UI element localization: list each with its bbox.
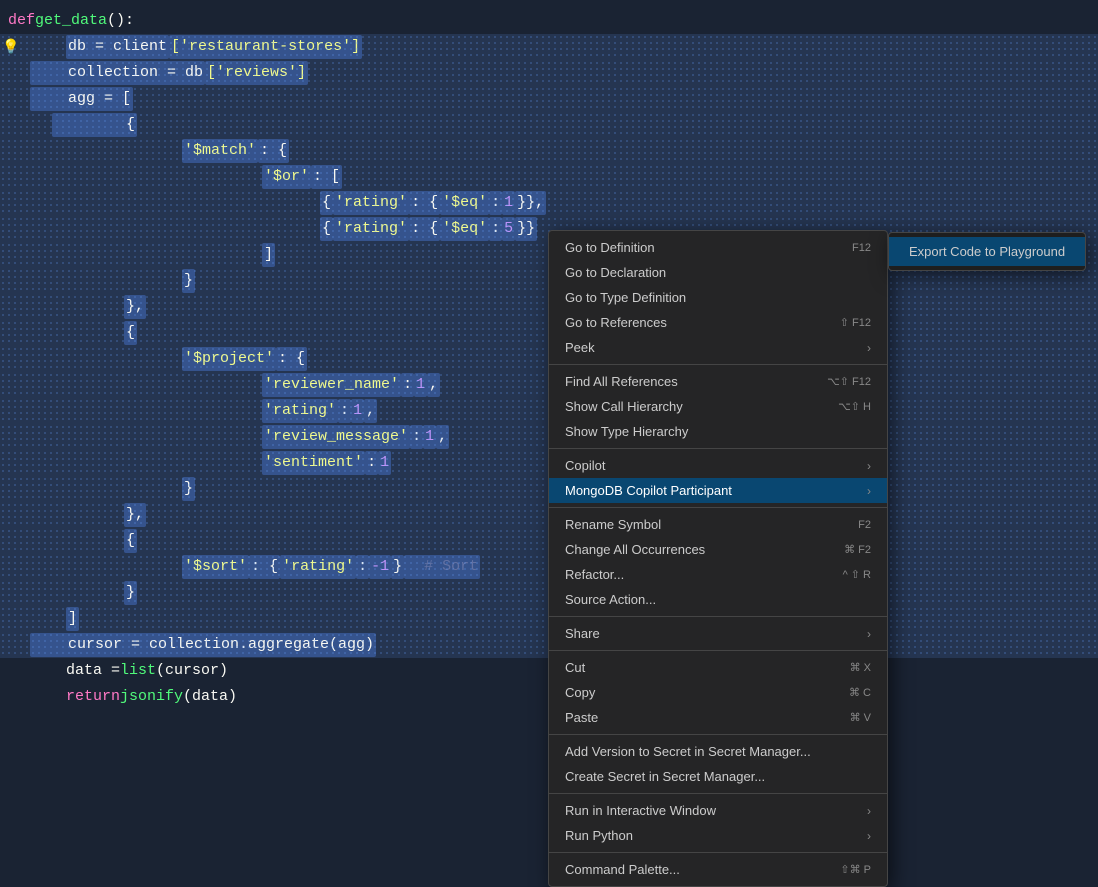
- menu-separator: [549, 448, 887, 449]
- menu-item-copilot[interactable]: Copilot ›: [549, 453, 887, 478]
- menu-item-source-action[interactable]: Source Action...: [549, 587, 887, 612]
- menu-item-label: Command Palette...: [565, 862, 820, 877]
- lightbulb-icon: 💡: [2, 37, 19, 59]
- menu-item-rename[interactable]: Rename Symbol F2: [549, 512, 887, 537]
- menu-separator: [549, 852, 887, 853]
- menu-item-label: Go to References: [565, 315, 820, 330]
- menu-item-label: Run Python: [565, 828, 859, 843]
- menu-shortcut: ⌘ F2: [844, 543, 871, 556]
- menu-shortcut: ⌘ C: [849, 686, 871, 699]
- menu-item-refactor[interactable]: Refactor... ^ ⇧ R: [549, 562, 887, 587]
- code-line: agg = [: [0, 86, 1098, 112]
- menu-item-label: Create Secret in Secret Manager...: [565, 769, 871, 784]
- menu-item-label: Add Version to Secret in Secret Manager.…: [565, 744, 871, 759]
- menu-item-cut[interactable]: Cut ⌘ X: [549, 655, 887, 680]
- menu-item-label: Share: [565, 626, 859, 641]
- export-to-playground-item[interactable]: Export Code to Playground: [889, 237, 1085, 266]
- menu-item-label: Go to Definition: [565, 240, 832, 255]
- menu-shortcut: ⇧ F12: [840, 316, 871, 329]
- menu-shortcut: F12: [852, 242, 871, 254]
- submenu-label: Export Code to Playground: [909, 244, 1065, 259]
- code-line: {'rating': {'$eq': 1}},: [0, 190, 1098, 216]
- menu-item-label: Show Type Hierarchy: [565, 424, 871, 439]
- menu-item-label: MongoDB Copilot Participant: [565, 483, 859, 498]
- menu-item-go-to-decl[interactable]: Go to Declaration: [549, 260, 887, 285]
- menu-separator: [549, 364, 887, 365]
- menu-item-label: Paste: [565, 710, 830, 725]
- menu-item-label: Rename Symbol: [565, 517, 838, 532]
- menu-item-share[interactable]: Share ›: [549, 621, 887, 646]
- menu-item-type-hierarchy[interactable]: Show Type Hierarchy: [549, 419, 887, 444]
- menu-shortcut: ⌘ V: [850, 711, 871, 724]
- menu-shortcut: ⌘ X: [850, 661, 871, 674]
- menu-item-label: Show Call Hierarchy: [565, 399, 818, 414]
- menu-item-label: Source Action...: [565, 592, 871, 607]
- submenu-popup: Export Code to Playground: [888, 232, 1086, 271]
- menu-item-label: Refactor...: [565, 567, 823, 582]
- code-line: {: [0, 112, 1098, 138]
- menu-item-go-to-type-def[interactable]: Go to Type Definition: [549, 285, 887, 310]
- menu-separator: [549, 507, 887, 508]
- menu-separator: [549, 650, 887, 651]
- menu-shortcut: F2: [858, 519, 871, 531]
- code-line: def get_data():: [0, 8, 1098, 34]
- menu-item-command-palette[interactable]: Command Palette... ⇧⌘ P: [549, 857, 887, 882]
- arrow-icon: ›: [867, 829, 871, 843]
- menu-separator: [549, 616, 887, 617]
- menu-item-label: Copilot: [565, 458, 859, 473]
- menu-item-mongodb-copilot[interactable]: MongoDB Copilot Participant ›: [549, 478, 887, 503]
- menu-item-label: Go to Declaration: [565, 265, 871, 280]
- menu-item-run-interactive[interactable]: Run in Interactive Window ›: [549, 798, 887, 823]
- arrow-icon: ›: [867, 341, 871, 355]
- arrow-icon: ›: [867, 804, 871, 818]
- menu-shortcut: ⌥⇧ H: [838, 400, 871, 413]
- menu-item-peek[interactable]: Peek ›: [549, 335, 887, 360]
- menu-item-create-secret[interactable]: Create Secret in Secret Manager...: [549, 764, 887, 789]
- menu-item-label: Peek: [565, 340, 859, 355]
- menu-item-label: Run in Interactive Window: [565, 803, 859, 818]
- menu-item-label: Copy: [565, 685, 829, 700]
- code-line: collection = db['reviews']: [0, 60, 1098, 86]
- menu-shortcut: ⌥⇧ F12: [827, 375, 871, 388]
- menu-item-label: Go to Type Definition: [565, 290, 871, 305]
- menu-item-copy[interactable]: Copy ⌘ C: [549, 680, 887, 705]
- arrow-icon: ›: [867, 459, 871, 473]
- keyword-def: def: [8, 9, 35, 33]
- code-line: '$match': {: [0, 138, 1098, 164]
- code-line: 💡 db = client['restaurant-stores']: [0, 34, 1098, 60]
- menu-item-add-secret[interactable]: Add Version to Secret in Secret Manager.…: [549, 739, 887, 764]
- menu-item-label: Find All References: [565, 374, 807, 389]
- menu-shortcut: ^ ⇧ R: [843, 568, 871, 581]
- menu-separator: [549, 793, 887, 794]
- menu-item-run-python[interactable]: Run Python ›: [549, 823, 887, 848]
- arrow-icon: ›: [867, 627, 871, 641]
- menu-item-go-to-def[interactable]: Go to Definition F12: [549, 235, 887, 260]
- menu-item-find-refs[interactable]: Find All References ⌥⇧ F12: [549, 369, 887, 394]
- menu-item-paste[interactable]: Paste ⌘ V: [549, 705, 887, 730]
- menu-item-label: Cut: [565, 660, 830, 675]
- menu-shortcut: ⇧⌘ P: [840, 863, 871, 876]
- code-line: '$or': [: [0, 164, 1098, 190]
- function-name: get_data: [35, 9, 107, 33]
- arrow-icon: ›: [867, 484, 871, 498]
- menu-item-go-to-refs[interactable]: Go to References ⇧ F12: [549, 310, 887, 335]
- context-menu: Go to Definition F12 Go to Declaration G…: [548, 230, 888, 887]
- menu-item-change-occurrences[interactable]: Change All Occurrences ⌘ F2: [549, 537, 887, 562]
- menu-item-call-hierarchy[interactable]: Show Call Hierarchy ⌥⇧ H: [549, 394, 887, 419]
- menu-item-label: Change All Occurrences: [565, 542, 824, 557]
- menu-separator: [549, 734, 887, 735]
